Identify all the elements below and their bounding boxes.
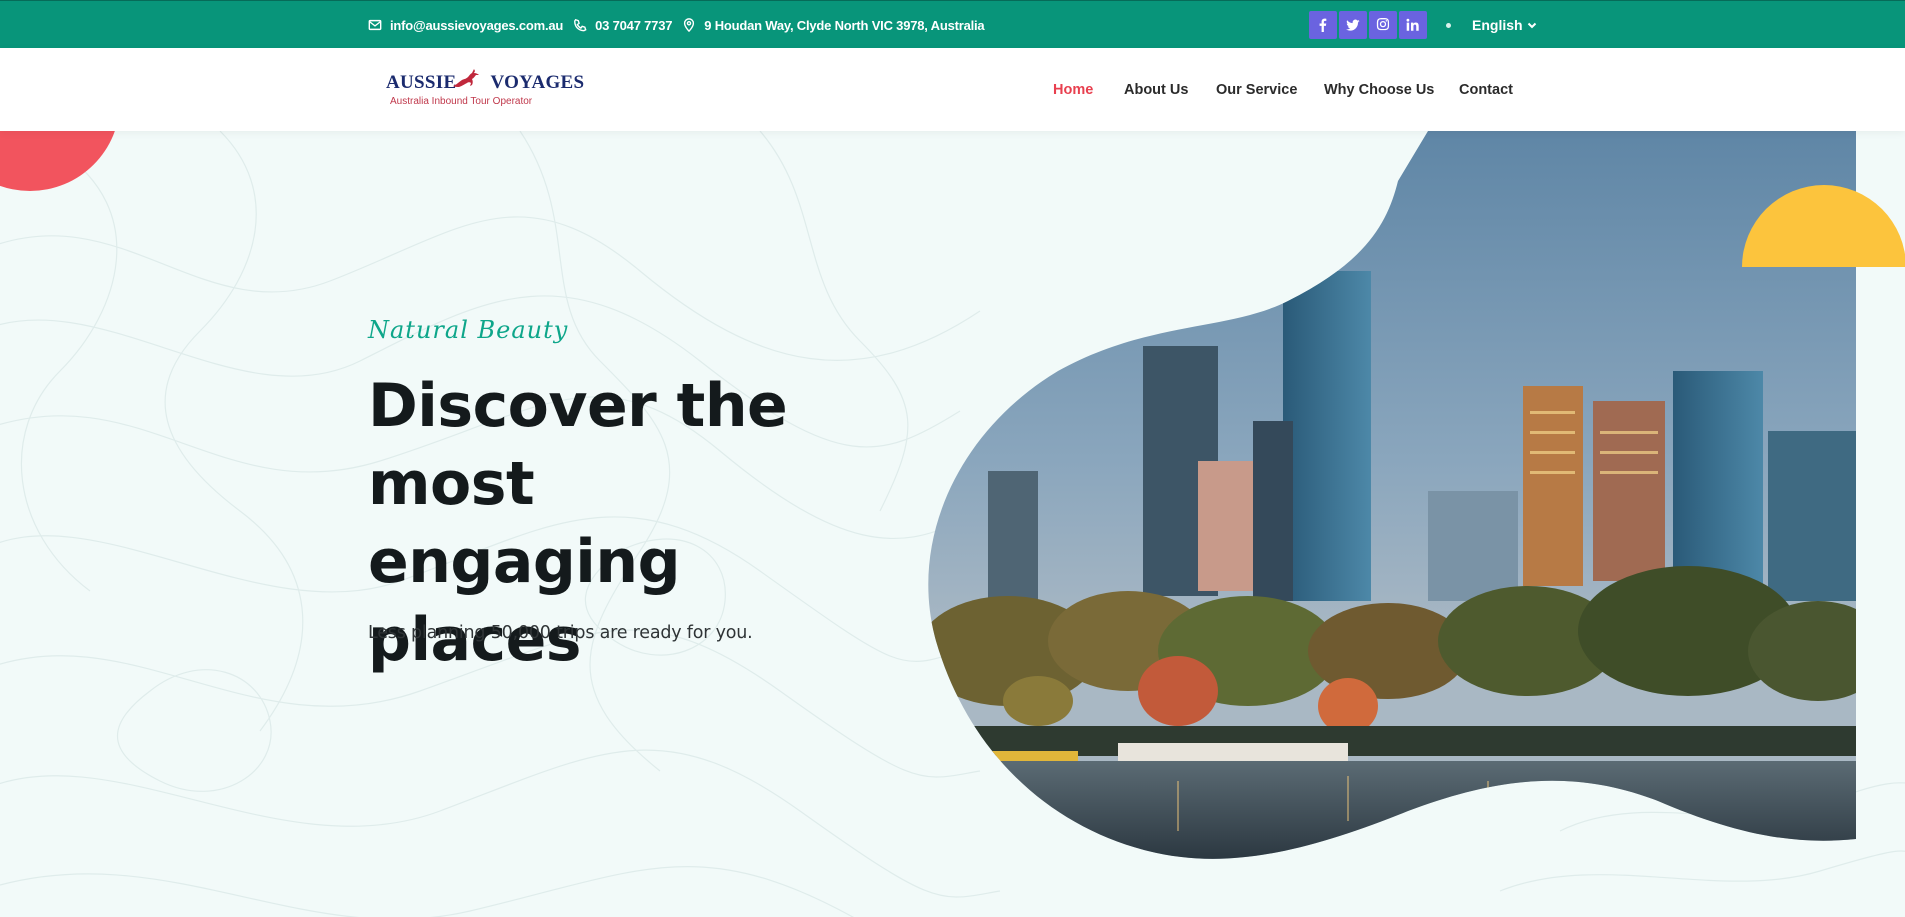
linkedin-button[interactable]: [1399, 11, 1427, 39]
city-skyline-image: [928, 131, 1856, 859]
nav-why-choose-us[interactable]: Why Choose Us: [1324, 82, 1434, 98]
linkedin-icon: [1406, 18, 1419, 31]
facebook-button[interactable]: [1309, 11, 1337, 39]
nav-about-us[interactable]: About Us: [1124, 82, 1188, 98]
twitter-icon: [1346, 19, 1360, 31]
top-bar: info@aussievoyages.com.au 03 7047 7737 9…: [0, 0, 1905, 48]
map-pin-icon: [684, 18, 695, 32]
hero-tagline: Natural Beauty: [368, 316, 569, 344]
envelope-icon: [368, 19, 382, 31]
address-text: 9 Houdan Way, Clyde North VIC 3978, Aust…: [704, 17, 985, 33]
hero-section: Natural Beauty Discover the most engagin…: [0, 131, 1905, 917]
language-label: English: [1472, 17, 1523, 33]
facebook-icon: [1319, 18, 1327, 32]
chevron-down-icon: [1527, 22, 1536, 29]
instagram-button[interactable]: [1369, 11, 1397, 39]
language-selector[interactable]: English: [1472, 1, 1537, 49]
nav-our-service[interactable]: Our Service: [1216, 82, 1297, 98]
twitter-button[interactable]: [1339, 11, 1367, 39]
separator-dot: [1446, 23, 1451, 28]
nav-contact[interactable]: Contact: [1459, 82, 1513, 98]
contact-info: info@aussievoyages.com.au 03 7047 7737 9…: [368, 1, 994, 49]
nav-home[interactable]: Home: [1053, 82, 1093, 98]
phone-link[interactable]: 03 7047 7737: [573, 18, 672, 33]
phone-text: 03 7047 7737: [595, 17, 673, 33]
address-info: 9 Houdan Way, Clyde North VIC 3978, Aust…: [682, 17, 985, 33]
nav-menu: Home About Us Our Service Why Choose Us …: [0, 48, 1905, 131]
hero-subtitle: Less planning 50,000 trips are ready for…: [368, 623, 753, 643]
email-text: info@aussievoyages.com.au: [390, 17, 564, 33]
instagram-icon: [1376, 18, 1390, 31]
phone-icon: [574, 18, 587, 32]
social-links: [1309, 11, 1429, 39]
email-link[interactable]: info@aussievoyages.com.au: [368, 18, 563, 33]
